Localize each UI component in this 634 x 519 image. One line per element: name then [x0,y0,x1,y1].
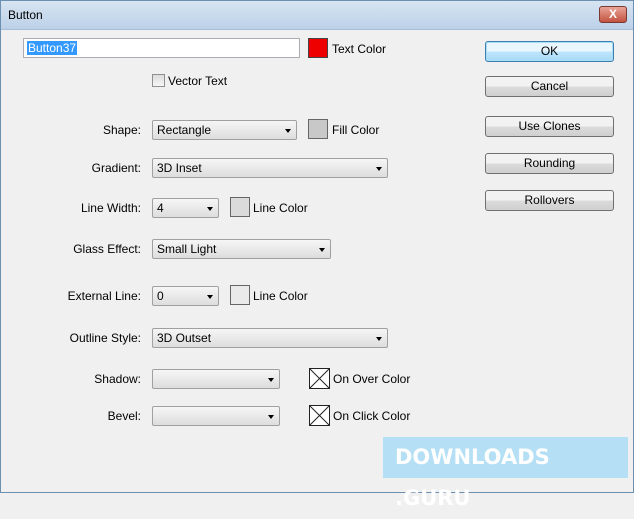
ok-button[interactable]: OK [485,41,614,62]
use-clones-button[interactable]: Use Clones [485,116,614,137]
empty-color-x-icon [310,406,329,425]
close-button[interactable]: X [599,6,627,23]
button-name-input[interactable]: Button37 [23,38,300,58]
outline-style-select[interactable]: 3D Outset [152,328,388,348]
glass-effect-select[interactable]: Small Light [152,239,331,259]
on-click-color-label: On Click Color [333,409,411,423]
cancel-button[interactable]: Cancel [485,76,614,97]
shadow-label: Shadow: [94,372,141,386]
external-line-color-swatch[interactable] [230,285,250,305]
line-width-select[interactable]: 4 [152,198,219,218]
shape-label: Shape: [102,123,141,137]
glass-effect-label: Glass Effect: [73,242,141,256]
on-over-color-swatch[interactable] [309,368,330,389]
line-width-label: Line Width: [80,201,141,215]
button-name-value: Button37 [27,41,78,55]
on-over-color-label: On Over Color [333,372,411,386]
external-line-label: External Line: [67,289,141,303]
bevel-label: Bevel: [107,409,141,423]
fill-color-swatch[interactable] [308,119,328,139]
vector-text-label: Vector Text [168,74,228,88]
bevel-select[interactable] [152,406,280,426]
window-title: Button [8,8,43,22]
gradient-label: Gradient: [91,161,141,175]
text-color-swatch[interactable] [308,38,328,58]
vector-text-checkbox[interactable] [152,74,165,87]
text-color-label: Text Color [332,42,387,56]
on-click-color-swatch[interactable] [309,405,330,426]
rounding-button[interactable]: Rounding [485,153,614,174]
gradient-select[interactable]: 3D Inset [152,158,388,178]
empty-color-x-icon [310,369,329,388]
external-line-color-label: Line Color [253,289,308,303]
downloads-guru-watermark: DOWNLOADS .GURU [383,437,628,510]
outline-style-label: Outline Style: [69,331,141,345]
shadow-select[interactable] [152,369,280,389]
title-bar: Button X [1,1,633,30]
line-color-swatch[interactable] [230,197,250,217]
external-line-select[interactable]: 0 [152,286,219,306]
fill-color-label: Fill Color [332,123,380,137]
line-color-label: Line Color [253,201,308,215]
rollovers-button[interactable]: Rollovers [485,190,614,211]
shape-select[interactable]: Rectangle [152,120,297,140]
